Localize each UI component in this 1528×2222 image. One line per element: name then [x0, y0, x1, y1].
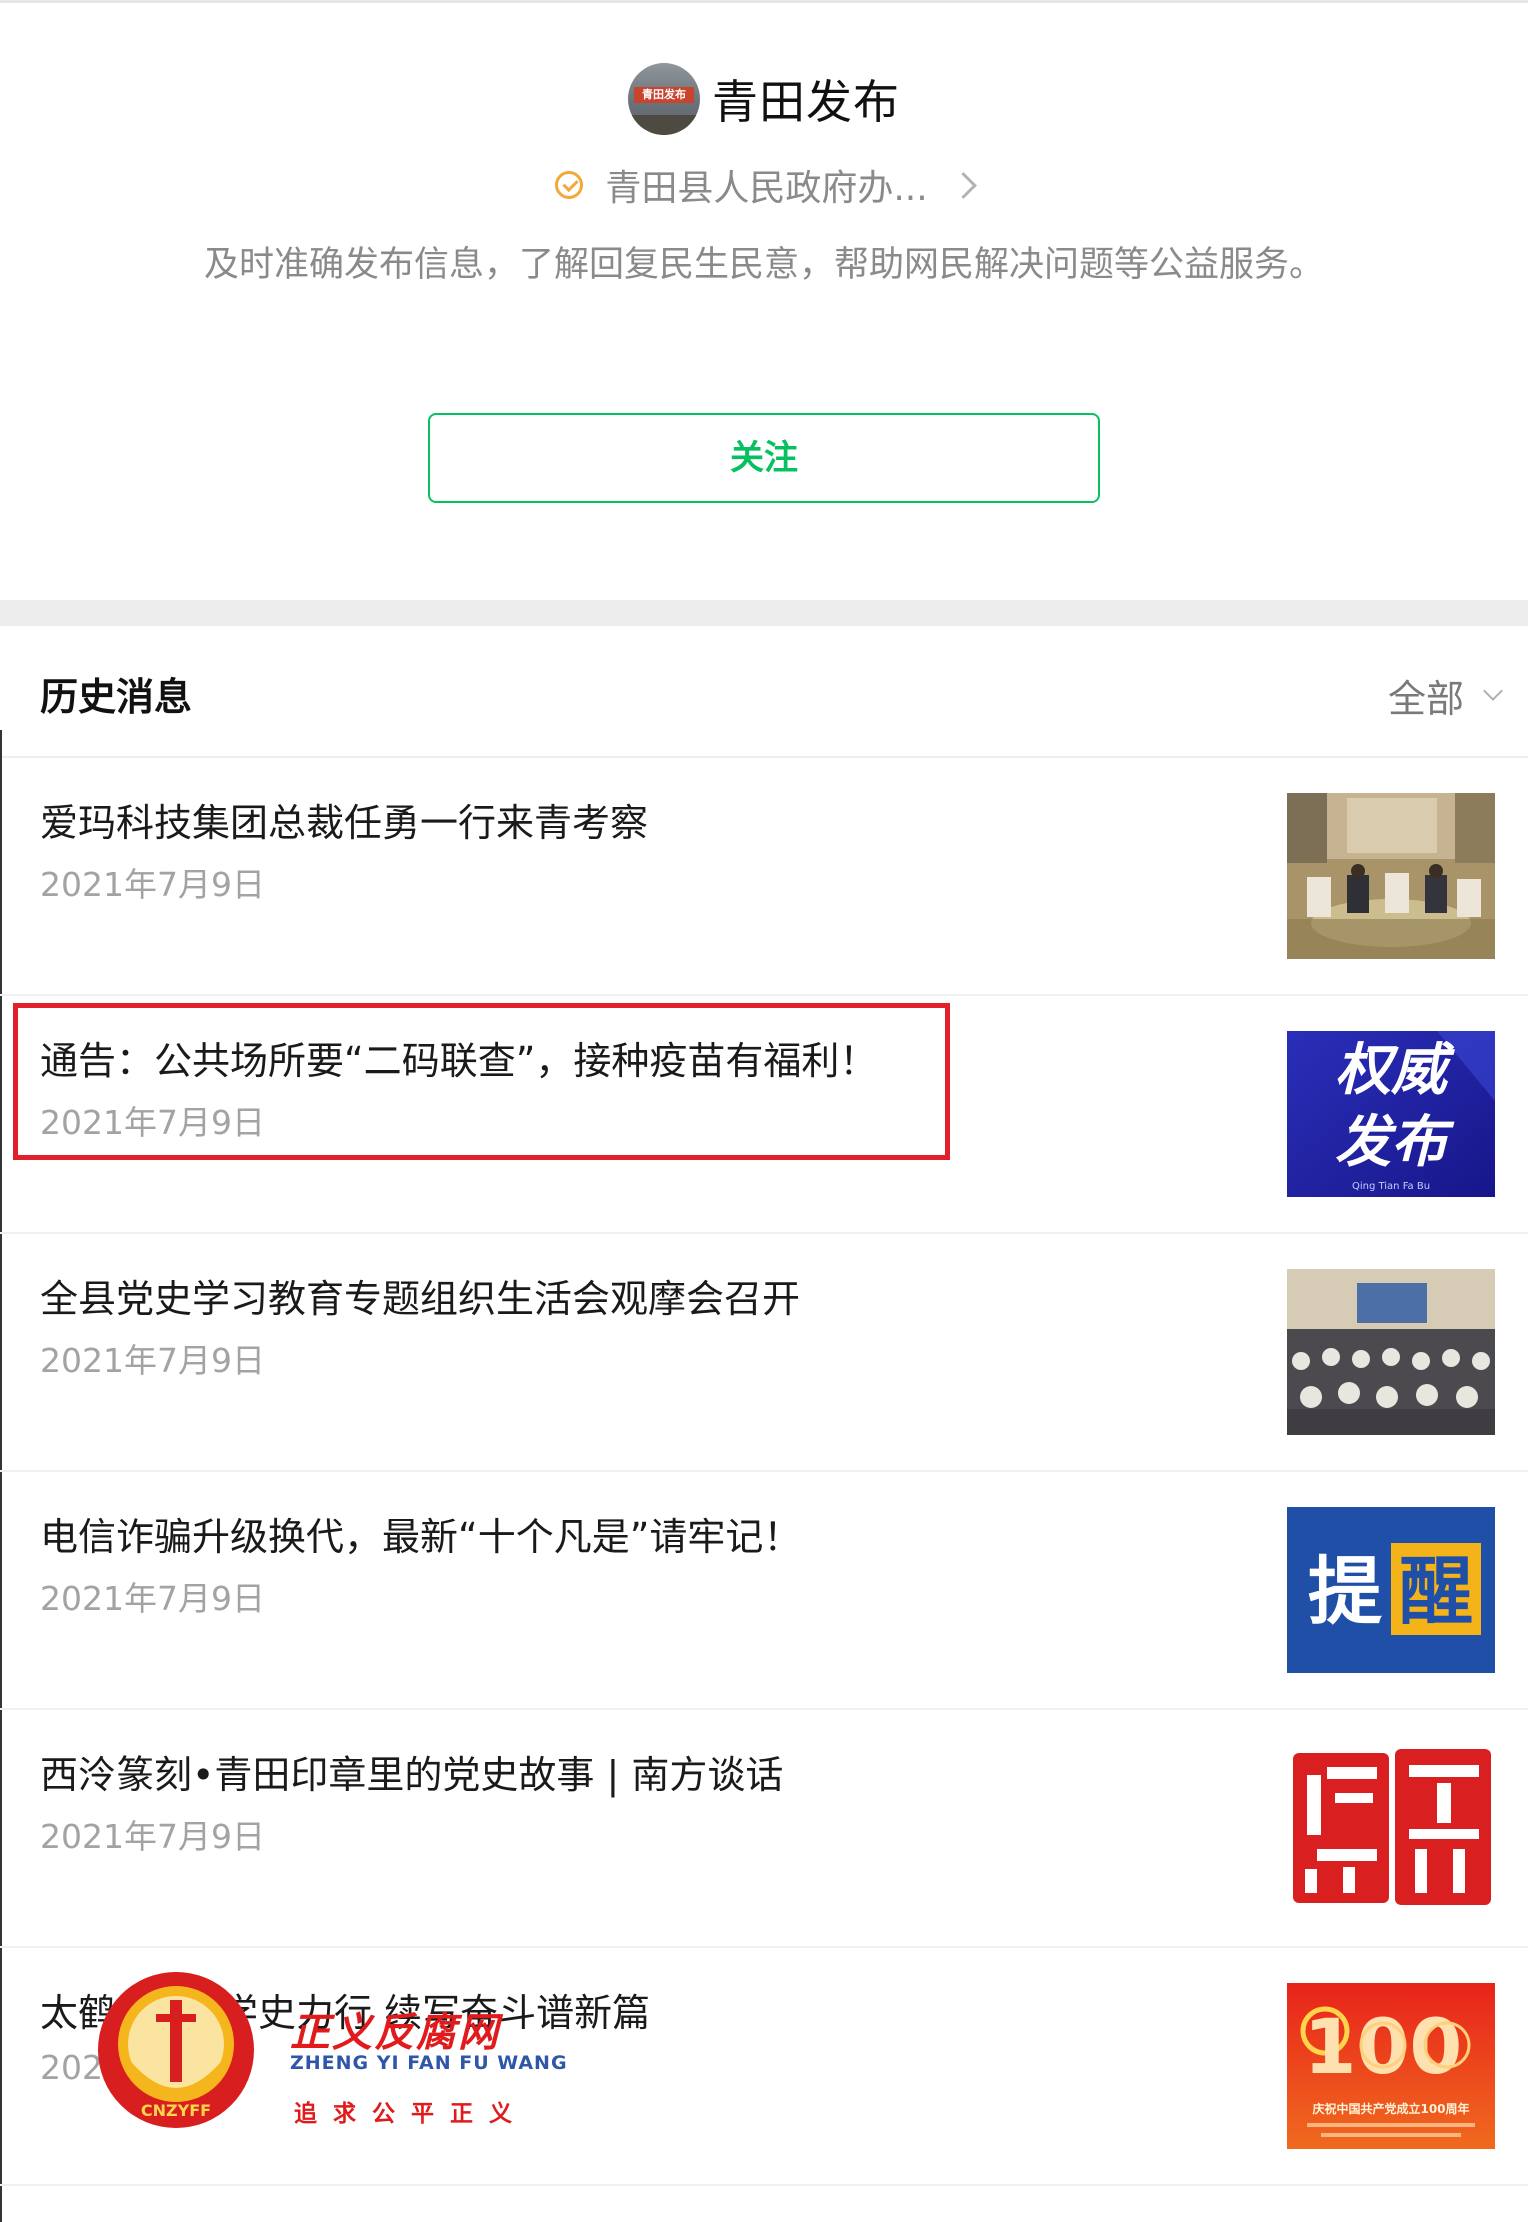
chevron-right-icon [949, 171, 977, 199]
avatar-ground [628, 115, 700, 135]
article-thumbnail [1287, 1269, 1495, 1435]
emblem-text: CNZYFF [141, 2101, 211, 2120]
article-title: 全县党史学习教育专题组织生活会观摩会召开 [40, 1277, 801, 1321]
row-divider [0, 2184, 1528, 2186]
avatar-tag: 青田发布 [634, 87, 694, 103]
article-title: 爱玛科技集团总裁任勇一行来青考察 [40, 801, 649, 845]
chevron-down-icon [1483, 680, 1503, 701]
section-divider [0, 600, 1528, 626]
article-date: 2021年7月9日 [40, 865, 265, 904]
account-description: 及时准确发布信息，了解回复民生民意，帮助网民解决问题等公益服务。 [203, 245, 1324, 285]
organization-name: 青田县人民政府办... [605, 168, 928, 209]
thumb-text: 醒 [1399, 1549, 1473, 1635]
account-name: 青田发布 [712, 75, 900, 129]
article-title: 电信诈骗升级换代，最新“十个凡是”请牢记！ [40, 1515, 802, 1559]
article-title: 西泠篆刻•青田印章里的党史故事 | 南方谈话 [40, 1753, 784, 1797]
thumb-text: 发布 [1335, 1110, 1455, 1175]
svg-text:100: 100 [1304, 2002, 1463, 2091]
thumb-text: 提 [1308, 1549, 1382, 1635]
account-header[interactable]: 青田发布 青田发布 [0, 60, 1528, 138]
article-date: 2021年7月9日 [40, 1341, 265, 1380]
follow-button[interactable]: 关注 [428, 413, 1100, 503]
article-thumbnail: 提 醒 [1287, 1507, 1495, 1673]
organization-link[interactable]: 青田县人民政府办... [0, 158, 1528, 212]
thumb-caption: Qing Tian Fa Bu [1352, 1181, 1430, 1192]
thumb-text: 权威 [1335, 1038, 1455, 1103]
account-profile: 青田发布 青田发布 青田县人民政府办... 及时准确发布信息，了解回复民生民意，… [0, 0, 1528, 600]
watermark-pinyin: ZHENG YI FAN FU WANG [290, 2052, 568, 2074]
watermark-emblem: CNZYFF [96, 1970, 256, 2130]
filter-label: 全部 [1387, 677, 1464, 721]
article-date: 2021年7月9日 [40, 1817, 265, 1856]
thumb-caption: 庆祝中国共产党成立100周年 [1311, 2101, 1469, 2116]
history-title: 历史消息 [40, 675, 193, 719]
article-thumbnail: 权威 发布 Qing Tian Fa Bu [1287, 1031, 1495, 1197]
highlight-annotation [13, 1003, 950, 1160]
history-filter-dropdown[interactable]: 全部 [1387, 668, 1503, 723]
article-thumbnail [1287, 1745, 1495, 1911]
watermark-motto: 追求公平正义 [294, 2101, 528, 2127]
avatar[interactable]: 青田发布 [628, 63, 700, 135]
article-date: 202 [40, 2048, 103, 2087]
article-item[interactable]: 西泠篆刻•青田印章里的党史故事 | 南方谈话 2021年7月9日 [0, 1710, 1528, 1948]
watermark-title: 正义反腐网 [290, 2009, 500, 2056]
article-thumbnail [1287, 793, 1495, 959]
article-date: 2021年7月9日 [40, 1579, 265, 1618]
verified-icon [555, 171, 584, 199]
article-item[interactable]: 电信诈骗升级换代，最新“十个凡是”请牢记！ 2021年7月9日 提 醒 [0, 1472, 1528, 1710]
article-thumbnail: 100 庆祝中国共产党成立100周年 [1287, 1983, 1495, 2149]
article-item[interactable]: 全县党史学习教育专题组织生活会观摩会召开 2021年7月9日 [0, 1234, 1528, 1472]
article-item[interactable]: 爱玛科技集团总裁任勇一行来青考察 2021年7月9日 [0, 758, 1528, 996]
